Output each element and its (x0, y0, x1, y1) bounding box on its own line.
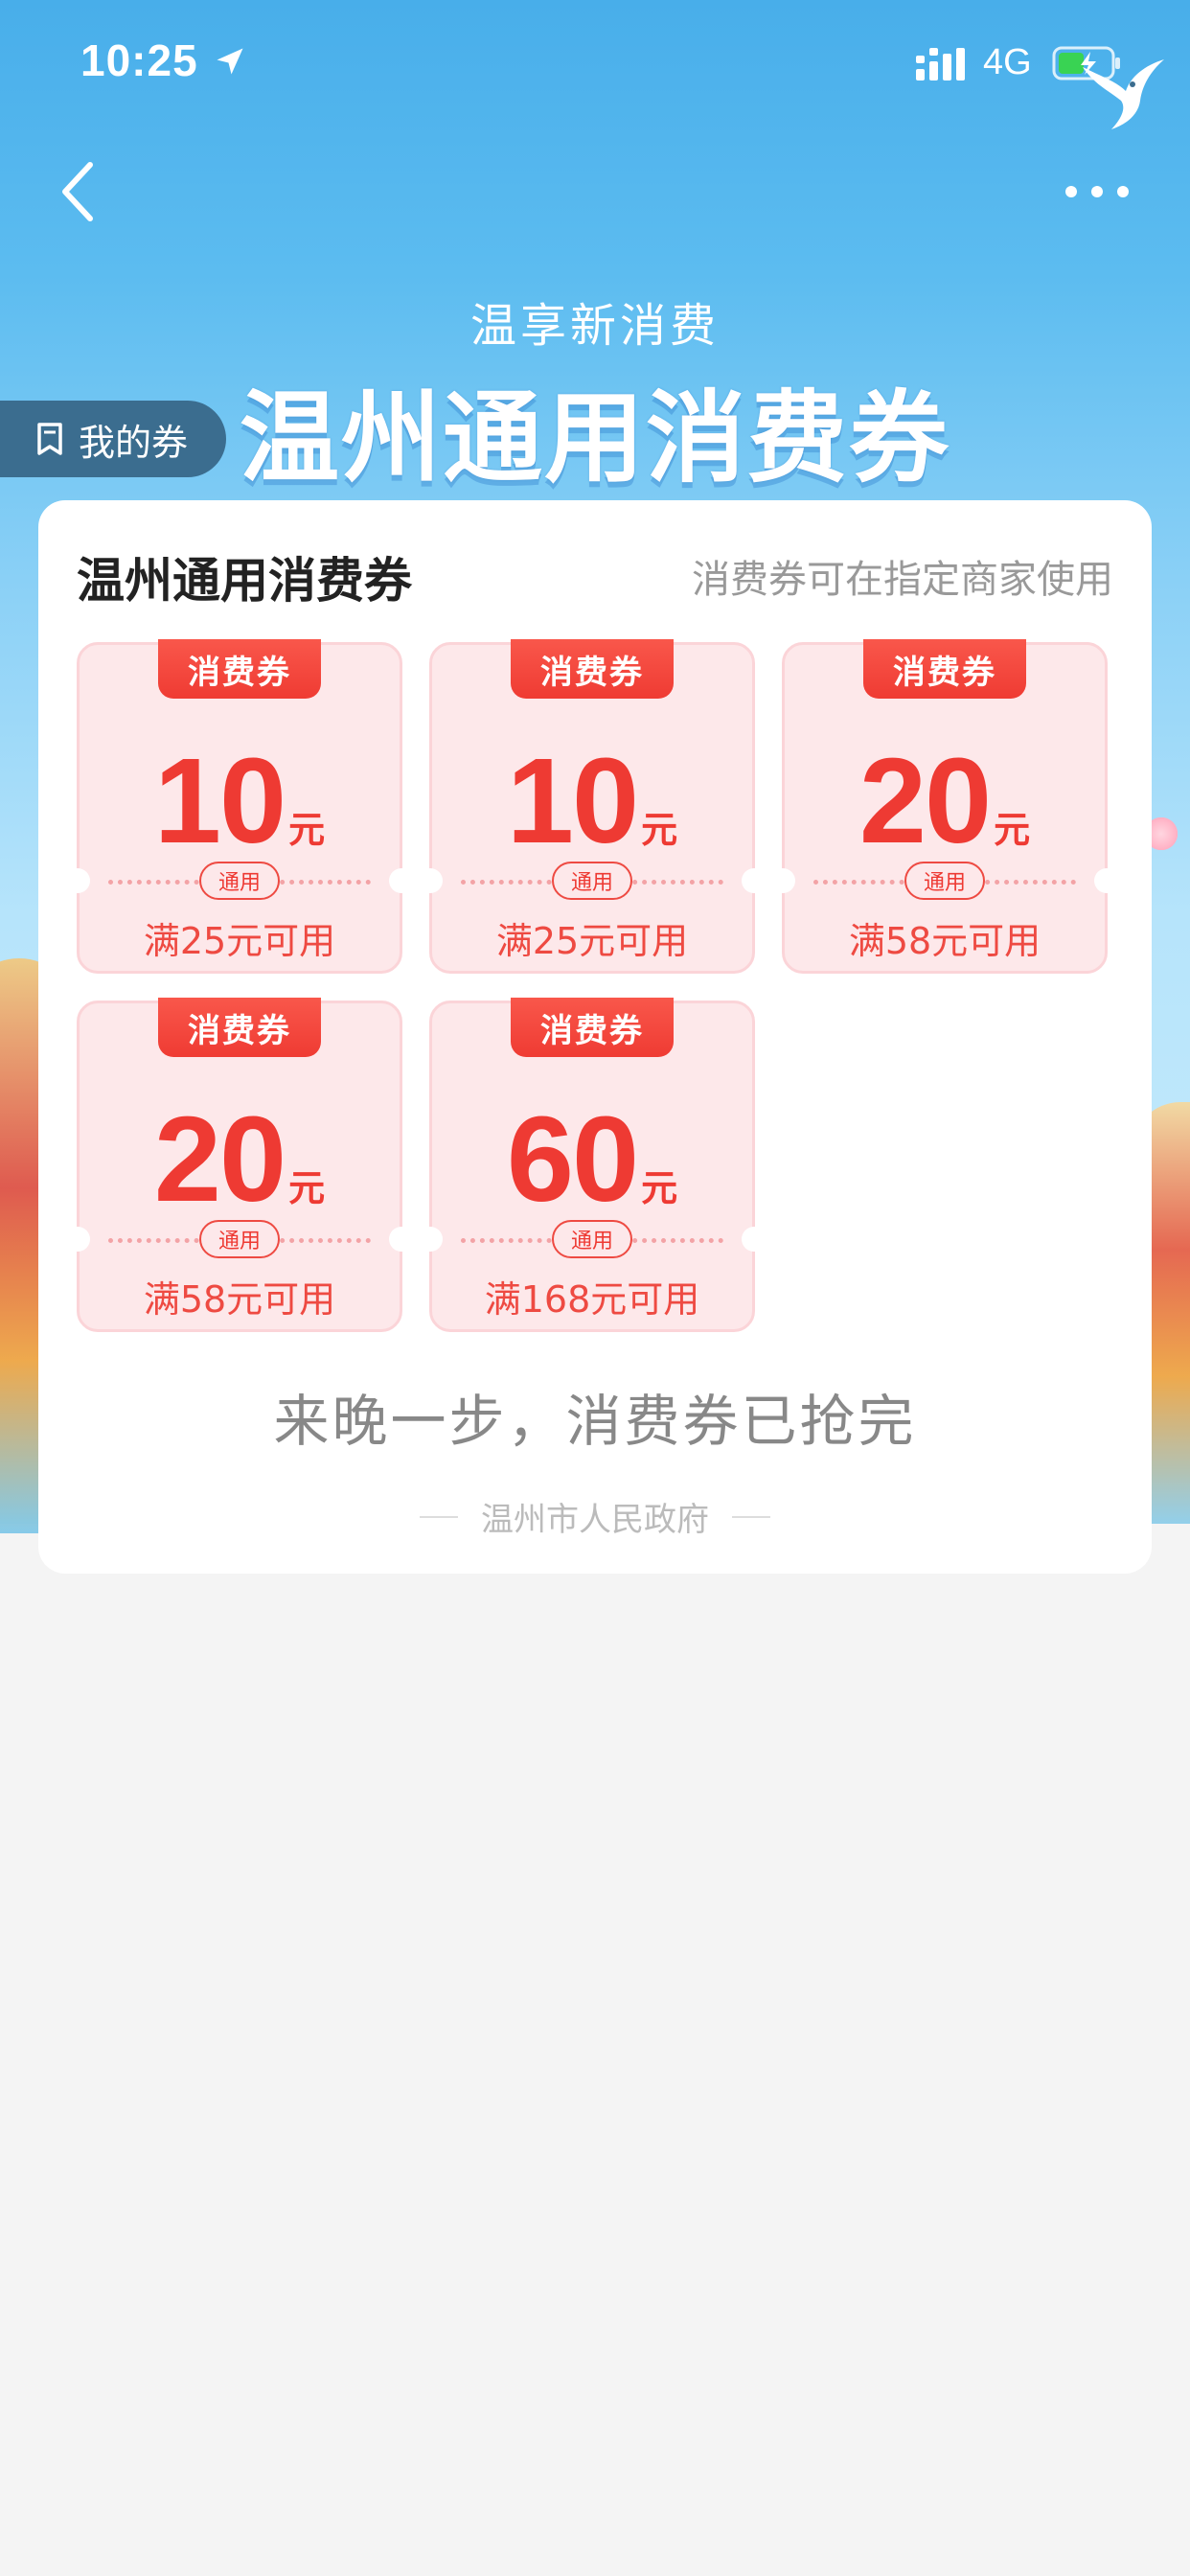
network-label: 4G (983, 42, 1032, 82)
coupon-item[interactable]: 消费券 20 元 通用 满58元可用 (65, 998, 414, 1332)
coupon-tag: 消费券 (511, 998, 674, 1057)
coupon-notch (389, 1227, 414, 1252)
hero-title: 温州通用消费券 (239, 380, 950, 496)
coupon-amount-unit: 元 (288, 1167, 326, 1209)
coupon-item[interactable]: 消费券 10 元 通用 满25元可用 (65, 639, 414, 974)
coupon-notch (742, 1227, 767, 1252)
coupon-tag: 消费券 (511, 639, 674, 699)
coupon-amount-value: 20 (153, 1092, 286, 1227)
coupon-amount-value: 60 (506, 1092, 639, 1227)
coupon-amount-unit: 元 (641, 1167, 678, 1209)
coupon-badge: 通用 (552, 1220, 632, 1258)
coupon-tag: 消费券 (158, 639, 321, 699)
coupon-notch (389, 868, 414, 893)
coupon-notch (418, 1227, 443, 1252)
coupon-badge: 通用 (199, 1220, 280, 1258)
back-button[interactable] (48, 153, 105, 230)
coupon-amount-value: 10 (506, 733, 639, 868)
coupon-tag: 消费券 (158, 998, 321, 1057)
card-title: 温州通用消费券 (77, 553, 412, 609)
status-bar: 10:25 4G (0, 0, 1190, 129)
coupon-amount-unit: 元 (994, 809, 1031, 851)
footer-credit-text: 温州市人民政府 (481, 1501, 709, 1539)
coupon-amount-unit: 元 (288, 809, 326, 851)
card-subtitle: 消费券可在指定商家使用 (692, 558, 1113, 602)
coupon-amount: 10 元 (432, 731, 752, 870)
signal-icon (916, 48, 965, 80)
coupon-amount: 10 元 (80, 731, 400, 870)
coupon-tag: 消费券 (863, 639, 1026, 699)
coupon-condition: 满25元可用 (143, 920, 336, 962)
coupon-amount: 20 元 (80, 1090, 400, 1229)
more-button[interactable] (1054, 172, 1140, 211)
location-arrow-icon (217, 48, 243, 75)
coupon-badge: 通用 (904, 862, 985, 900)
footer-divider-right (732, 1515, 770, 1518)
soldout-message: 来晚一步，消费券已抢完 (273, 1389, 917, 1454)
coupon-badge: 通用 (199, 862, 280, 900)
coupon-notch (742, 868, 767, 893)
coupon-amount-value: 10 (153, 733, 286, 868)
swallow-logo-icon (1083, 59, 1164, 129)
hero-subtitle: 温享新消费 (469, 299, 720, 353)
coupon-condition: 满58元可用 (848, 920, 1041, 962)
page: 10:25 4G 温享新消费 温州通用消费券 我的券 温州通用消费券 消费券可在… (0, 0, 1190, 2576)
coupon-amount-value: 20 (858, 733, 992, 868)
coupon-notch (1094, 868, 1119, 893)
coupon-condition: 满168元可用 (484, 1278, 700, 1321)
footer-credit: 温州市人民政府 (38, 1493, 1152, 1540)
footer-divider-left (420, 1515, 458, 1518)
coupon-amount: 20 元 (785, 731, 1105, 870)
coupon-notch (65, 868, 90, 893)
ticket-icon (37, 423, 62, 455)
status-time: 10:25 (80, 35, 198, 85)
coupon-condition: 满25元可用 (495, 920, 689, 962)
coupon-notch (770, 868, 795, 893)
coupon-amount: 60 元 (432, 1090, 752, 1229)
my-coupons-label: 我的券 (79, 421, 189, 464)
coupon-card: 温州通用消费券 消费券可在指定商家使用 消费券 10 元 通用 满25元可用 消费… (38, 500, 1152, 1574)
coupon-notch (65, 1227, 90, 1252)
coupon-item[interactable]: 消费券 10 元 通用 满25元可用 (418, 639, 767, 974)
coupon-item[interactable]: 消费券 60 元 通用 满168元可用 (418, 998, 767, 1332)
coupon-item[interactable]: 消费券 20 元 通用 满58元可用 (770, 639, 1119, 974)
coupon-notch (418, 868, 443, 893)
coupon-badge: 通用 (552, 862, 632, 900)
my-coupons-button[interactable]: 我的券 (0, 401, 226, 477)
coupon-amount-unit: 元 (641, 809, 678, 851)
coupon-condition: 满58元可用 (143, 1278, 336, 1321)
